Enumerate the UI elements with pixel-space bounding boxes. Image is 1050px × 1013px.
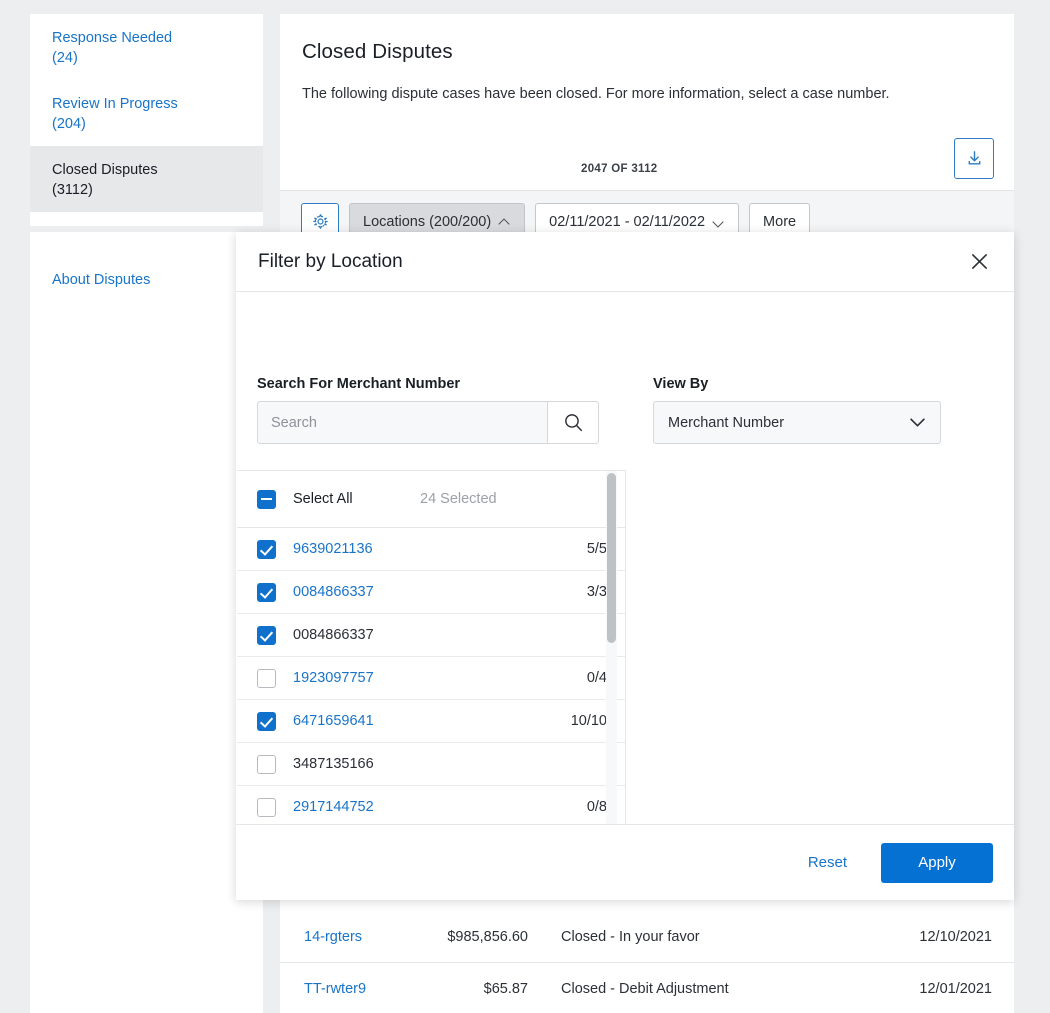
search-row — [257, 401, 599, 444]
select-all-label: Select All — [293, 491, 420, 507]
search-input[interactable] — [257, 401, 547, 444]
sidebar-about-card: About Disputes — [30, 232, 263, 1013]
sidebar-nav-card: Response Needed (24) Review In Progress … — [30, 14, 263, 226]
list-scrollbar-thumb[interactable] — [607, 473, 616, 643]
filter-by-location-modal: Filter by Location Search For Merchant N… — [236, 232, 1014, 900]
list-item-checkbox[interactable] — [257, 540, 276, 559]
list-item-label: 0084866337 — [293, 627, 607, 643]
page-description: The following dispute cases have been cl… — [302, 86, 992, 102]
list-item[interactable]: 0084866337 — [237, 614, 625, 657]
chevron-down-icon — [714, 216, 725, 227]
list-item-label[interactable]: 2917144752 — [293, 799, 587, 815]
list-item-label[interactable]: 1923097757 — [293, 670, 587, 686]
search-icon — [563, 412, 584, 433]
sidebar-item-count: (204) — [52, 114, 241, 134]
list-item-count: 3/3 — [587, 584, 607, 600]
view-by-group: View By Merchant Number — [653, 376, 941, 444]
results-table: 14-rgters $985,856.60 Closed - In your f… — [280, 911, 1014, 1013]
view-by-value: Merchant Number — [668, 415, 909, 431]
case-amount: $65.87 — [408, 981, 528, 997]
more-filters-label: More — [763, 214, 796, 230]
sidebar-item-count: (24) — [52, 48, 241, 68]
app-root: Response Needed (24) Review In Progress … — [0, 0, 1050, 1013]
case-date: 12/01/2021 — [919, 981, 992, 997]
case-number-link[interactable]: 14-rgters — [304, 929, 408, 945]
close-button[interactable] — [966, 249, 992, 275]
search-label: Search For Merchant Number — [257, 376, 599, 392]
list-item-label[interactable]: 6471659641 — [293, 713, 571, 729]
case-amount: $985,856.60 — [408, 929, 528, 945]
list-item[interactable]: 3487135166 — [237, 743, 625, 786]
download-button[interactable] — [954, 138, 994, 179]
table-row[interactable]: 14-rgters $985,856.60 Closed - In your f… — [280, 911, 1014, 963]
apply-button[interactable]: Apply — [881, 843, 993, 883]
modal-footer: Reset Apply — [236, 824, 1014, 900]
list-item-checkbox[interactable] — [257, 755, 276, 774]
table-row[interactable]: TT-rwter9 $65.87 Closed - Debit Adjustme… — [280, 963, 1014, 1013]
list-item-checkbox[interactable] — [257, 626, 276, 645]
list-item-label[interactable]: 9639021136 — [293, 541, 587, 557]
list-item-checkbox[interactable] — [257, 798, 276, 817]
reset-button[interactable]: Reset — [802, 853, 853, 872]
gear-icon — [311, 212, 330, 231]
list-item-checkbox[interactable] — [257, 669, 276, 688]
list-item-count: 0/8 — [587, 799, 607, 815]
case-date: 12/10/2021 — [919, 929, 992, 945]
list-item-count: 5/5 — [587, 541, 607, 557]
list-item[interactable]: 6471659641 10/10 — [237, 700, 625, 743]
list-item[interactable]: 1923097757 0/4 — [237, 657, 625, 700]
list-scrollbar[interactable] — [606, 471, 617, 885]
locations-filter-label: Locations (200/200) — [363, 214, 491, 230]
list-item[interactable]: 9639021136 5/5 — [237, 528, 625, 571]
selected-count: 24 Selected — [420, 491, 497, 507]
modal-header: Filter by Location — [236, 232, 1014, 292]
sidebar-item-label: Review In Progress — [52, 96, 178, 112]
close-icon — [971, 253, 988, 270]
select-all-checkbox[interactable] — [257, 490, 276, 509]
modal-body: Search For Merchant Number View By Merch… — [236, 292, 1014, 864]
list-item-label[interactable]: 0084866337 — [293, 584, 587, 600]
case-status: Closed - Debit Adjustment — [528, 981, 919, 997]
panel-header: Closed Disputes The following dispute ca… — [280, 14, 1014, 102]
chevron-down-icon — [909, 417, 926, 428]
case-number-link[interactable]: TT-rwter9 — [304, 981, 408, 997]
list-item-checkbox[interactable] — [257, 712, 276, 731]
download-icon — [965, 149, 984, 168]
view-by-label: View By — [653, 376, 941, 392]
sidebar-item-response-needed[interactable]: Response Needed (24) — [30, 14, 263, 80]
list-item-label: 3487135166 — [293, 756, 607, 772]
case-status: Closed - In your favor — [528, 929, 919, 945]
record-count: 2047 OF 3112 — [581, 163, 658, 175]
page-title: Closed Disputes — [302, 40, 992, 64]
search-group: Search For Merchant Number — [257, 376, 599, 444]
view-by-select[interactable]: Merchant Number — [653, 401, 941, 444]
sidebar-item-count: (3112) — [52, 180, 241, 200]
sidebar-item-closed-disputes[interactable]: Closed Disputes (3112) — [30, 146, 263, 212]
chevron-up-icon — [500, 216, 511, 227]
list-item-checkbox[interactable] — [257, 583, 276, 602]
about-disputes-link[interactable]: About Disputes — [52, 272, 150, 288]
modal-title: Filter by Location — [258, 251, 966, 273]
list-item-count: 10/10 — [571, 713, 607, 729]
list-item-count: 0/4 — [587, 670, 607, 686]
sidebar-item-label: Closed Disputes — [52, 162, 158, 178]
list-item[interactable]: 2917144752 0/8 — [237, 786, 625, 829]
list-item[interactable]: 0084866337 3/3 — [237, 571, 625, 614]
select-all-row[interactable]: Select All 24 Selected — [237, 471, 625, 528]
sidebar-item-label: Response Needed — [52, 30, 172, 46]
date-range-label: 02/11/2021 - 02/11/2022 — [549, 214, 705, 230]
search-submit-button[interactable] — [547, 401, 599, 444]
sidebar-item-review-in-progress[interactable]: Review In Progress (204) — [30, 80, 263, 146]
